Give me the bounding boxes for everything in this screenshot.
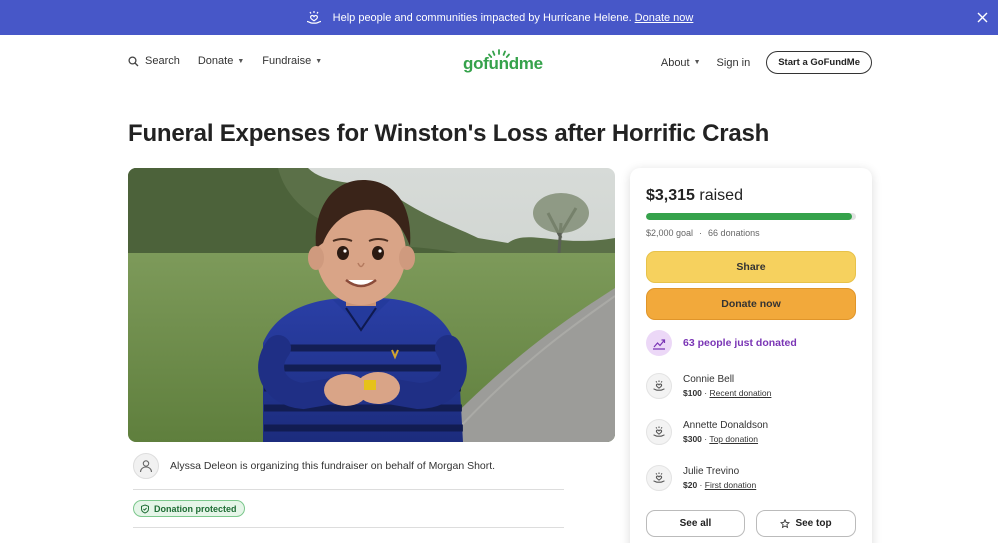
- campaign-photo[interactable]: [128, 168, 615, 442]
- user-icon: [139, 460, 153, 473]
- site-header: Search Donate ▼ Fundraise ▼ gofundme Abo…: [0, 35, 998, 90]
- donor-meta: $300 · Top donation: [683, 434, 759, 444]
- goal-line: $2,000 goal · 66 donations: [646, 228, 760, 238]
- logo-text: gofundme: [463, 54, 543, 73]
- see-top-button[interactable]: See top: [756, 510, 856, 537]
- sign-in-link[interactable]: Sign in: [717, 57, 751, 69]
- start-gofundme-button[interactable]: Start a GoFundMe: [766, 51, 872, 74]
- donation-protected-badge[interactable]: Donation protected: [133, 500, 245, 517]
- see-all-button[interactable]: See all: [646, 510, 745, 537]
- raised-label: raised: [699, 187, 743, 204]
- donor-name: Connie Bell: [683, 374, 735, 385]
- raised-amount: $3,315: [646, 187, 695, 204]
- campaign-photo-illustration: [128, 168, 615, 442]
- donor-item: Connie Bell $100 · Recent donation: [646, 373, 771, 399]
- banner-text: Help people and communities impacted by …: [332, 11, 632, 24]
- nav-left: Search Donate ▼ Fundraise ▼: [128, 55, 340, 67]
- donate-menu-label: Donate: [197, 55, 234, 67]
- banner-donate-link[interactable]: Donate now: [635, 12, 694, 24]
- divider: [133, 527, 564, 528]
- separator-dot: ·: [699, 228, 703, 238]
- donation-hand-icon: [646, 419, 672, 445]
- donor-amount: $20: [683, 480, 698, 490]
- fundraise-menu-label: Fundraise: [262, 55, 312, 67]
- share-button[interactable]: Share: [646, 251, 856, 283]
- page-title: Funeral Expenses for Winston's Loss afte…: [128, 120, 770, 147]
- close-icon[interactable]: [974, 9, 990, 25]
- about-menu-label: About: [660, 56, 690, 69]
- donor-tag-link[interactable]: First donation: [705, 480, 757, 490]
- progress-bar: [646, 213, 856, 220]
- organizer-text: Alyssa Deleon is organizing this fundrai…: [170, 460, 496, 472]
- donor-item: Julie Trevino $20 · First donation: [646, 465, 756, 491]
- donation-count: 66 donations: [708, 228, 760, 238]
- about-menu[interactable]: About ▼: [661, 57, 701, 69]
- donation-hand-icon: [646, 373, 672, 399]
- donor-name: Julie Trevino: [683, 466, 740, 477]
- just-donated-text: 63 people just donated: [683, 337, 797, 349]
- sign-in-label: Sign in: [716, 56, 751, 69]
- nav-right: About ▼ Sign in Start a GoFundMe: [661, 51, 872, 74]
- organizer-row: Alyssa Deleon is organizing this fundrai…: [133, 453, 495, 479]
- donor-name: Annette Donaldson: [683, 420, 769, 431]
- donate-menu[interactable]: Donate ▼: [198, 55, 244, 67]
- progress-fill: [646, 213, 852, 220]
- donor-tag-link[interactable]: Recent donation: [709, 388, 771, 398]
- chevron-down-icon: ▼: [237, 57, 245, 65]
- donor-amount: $100: [683, 388, 702, 398]
- divider: [133, 489, 564, 490]
- donor-meta: $100 · Recent donation: [683, 388, 772, 398]
- see-top-label: See top: [795, 518, 832, 529]
- star-icon: [780, 518, 791, 528]
- donation-card: $3,315 raised $2,000 goal · 66 donations…: [630, 168, 872, 543]
- donation-hand-icon: [646, 465, 672, 491]
- donor-amount: $300: [683, 434, 702, 444]
- search-label: Search: [145, 55, 180, 67]
- search-button[interactable]: Search: [128, 55, 180, 67]
- goal-text: $2,000 goal: [646, 228, 694, 238]
- announcement-banner: Help people and communities impacted by …: [0, 0, 998, 35]
- search-icon: [128, 55, 139, 66]
- chevron-down-icon: ▼: [693, 59, 701, 66]
- recent-donations-summary[interactable]: 63 people just donated: [646, 330, 797, 356]
- donate-now-button[interactable]: Donate now: [646, 288, 856, 320]
- chevron-down-icon: ▼: [315, 57, 323, 65]
- donor-meta: $20 · First donation: [683, 480, 757, 490]
- gofundme-logo[interactable]: gofundme: [463, 48, 543, 76]
- avatar: [133, 453, 159, 479]
- trending-up-icon: [646, 330, 672, 356]
- fundraise-menu[interactable]: Fundraise ▼: [262, 55, 322, 67]
- donor-tag-link[interactable]: Top donation: [709, 434, 758, 444]
- protected-label: Donation protected: [154, 503, 237, 514]
- hands-heart-icon: [305, 9, 323, 27]
- amount-raised: $3,315 raised: [646, 187, 743, 205]
- donor-item: Annette Donaldson $300 · Top donation: [646, 419, 768, 445]
- shield-icon: [141, 503, 149, 514]
